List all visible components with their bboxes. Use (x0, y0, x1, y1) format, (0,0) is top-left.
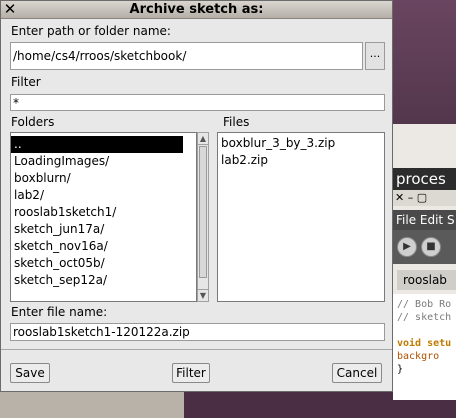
list-item[interactable]: sketch_nov16a/ (11, 238, 196, 255)
path-label: Enter path or folder name: (11, 24, 171, 38)
folders-label: Folders (11, 115, 55, 129)
processing-ide-window: proces ✕ – ▢ File Edit S ▶ ■ rooslab // … (393, 124, 456, 400)
run-icon[interactable]: ▶ (397, 237, 417, 257)
archive-sketch-dialog: Archive sketch as: ✕ Enter path or folde… (0, 0, 393, 392)
list-item[interactable]: LoadingImages/ (11, 153, 196, 170)
code-line: // sketch (397, 312, 452, 323)
list-item[interactable]: sketch_jun17a/ (11, 221, 196, 238)
divider (1, 349, 392, 350)
stop-icon[interactable]: ■ (421, 237, 441, 257)
ide-toolbar: ▶ ■ (393, 230, 456, 264)
cancel-button[interactable]: Cancel (332, 363, 382, 383)
list-item[interactable]: rooslab1sketch1/ (11, 204, 196, 221)
files-list[interactable]: boxblur_3_by_3.zip lab2.zip (217, 132, 385, 302)
folders-scrollbar[interactable]: ▲ ▼ (197, 132, 209, 302)
ide-tab[interactable]: rooslab (397, 270, 456, 290)
ide-menubar[interactable]: File Edit S (393, 210, 456, 230)
list-item[interactable]: boxblur_3_by_3.zip (218, 135, 384, 152)
code-line: // Bob Ro (397, 299, 452, 310)
list-item-selected[interactable]: .. (11, 136, 183, 153)
filename-input[interactable] (10, 323, 385, 341)
filename-label: Enter file name: (11, 305, 108, 319)
list-item[interactable]: lab2.zip (218, 152, 384, 169)
folders-list[interactable]: .. LoadingImages/ boxblurn/ lab2/ roosla… (10, 132, 197, 302)
list-item[interactable]: sketch_sep12a/ (11, 272, 196, 289)
list-item[interactable]: boxblurn/ (11, 170, 196, 187)
close-icon[interactable]: ✕ (3, 1, 17, 18)
dialog-titlebar[interactable]: Archive sketch as: ✕ (1, 1, 392, 19)
code-line: } (397, 364, 404, 375)
files-label: Files (223, 115, 250, 129)
code-line: backgro (397, 351, 440, 362)
scroll-down-icon[interactable]: ▼ (198, 289, 208, 301)
save-button[interactable]: Save (10, 363, 50, 383)
list-item[interactable]: lab2/ (11, 187, 196, 204)
filter-label: Filter (11, 75, 41, 89)
ide-window-buttons[interactable]: ✕ – ▢ (393, 190, 456, 206)
dialog-title: Archive sketch as: (129, 2, 264, 17)
scroll-thumb[interactable] (199, 146, 207, 278)
code-line: void setu (397, 338, 452, 349)
path-input[interactable] (10, 42, 363, 70)
ide-title: proces (393, 168, 456, 190)
filter-input[interactable] (10, 94, 385, 111)
browse-button[interactable]: ... (365, 42, 385, 70)
filter-button[interactable]: Filter (172, 363, 210, 383)
list-item[interactable]: sketch_oct05b/ (11, 255, 196, 272)
ide-code-editor[interactable]: // Bob Ro // sketch void setu backgro } (393, 294, 456, 400)
scroll-up-icon[interactable]: ▲ (198, 133, 208, 145)
